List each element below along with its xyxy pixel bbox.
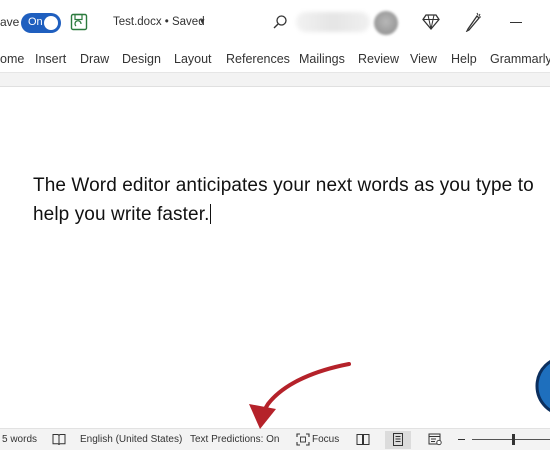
autosave-label: ave xyxy=(0,15,20,29)
zoom-out-button[interactable] xyxy=(458,439,465,441)
autosave-toggle[interactable]: On xyxy=(21,13,61,33)
tab-insert[interactable]: Insert xyxy=(35,52,66,66)
focus-label[interactable]: Focus xyxy=(312,434,339,445)
zoom-slider[interactable] xyxy=(472,439,550,441)
focus-icon[interactable] xyxy=(296,433,310,446)
web-layout-icon[interactable] xyxy=(428,433,442,446)
tab-home[interactable]: ome xyxy=(0,52,24,66)
autosave-toggle-state: On xyxy=(28,16,43,28)
document-text-line-2-text: help you write faster. xyxy=(33,204,210,225)
minimize-icon[interactable] xyxy=(510,22,522,23)
avatar[interactable] xyxy=(374,11,398,35)
tab-help[interactable]: Help xyxy=(451,52,477,66)
tab-mailings[interactable]: Mailings xyxy=(299,52,345,66)
read-mode-icon[interactable] xyxy=(356,433,370,446)
document-text-line-2[interactable]: help you write faster. xyxy=(33,204,212,226)
language-indicator[interactable]: English (United States) xyxy=(80,434,182,445)
pen-icon[interactable] xyxy=(464,12,482,32)
annotation-backdrop xyxy=(199,412,336,428)
tab-grammarly[interactable]: Grammarly xyxy=(490,52,550,66)
text-cursor xyxy=(210,204,212,224)
tab-draw[interactable]: Draw xyxy=(80,52,109,66)
account-name-blurred[interactable] xyxy=(296,12,370,32)
chevron-down-icon[interactable]: ▾ xyxy=(200,16,205,27)
tab-references[interactable]: References xyxy=(226,52,290,66)
tab-review[interactable]: Review xyxy=(358,52,399,66)
diamond-icon[interactable] xyxy=(422,13,440,31)
tab-design[interactable]: Design xyxy=(122,52,161,66)
tab-layout[interactable]: Layout xyxy=(174,52,212,66)
search-icon[interactable] xyxy=(272,14,288,30)
print-layout-icon[interactable] xyxy=(391,433,405,446)
title-bar: ave On Test.docx • Saved ▾ xyxy=(0,0,550,45)
status-bar: 5 words English (United States) Text Pre… xyxy=(0,428,550,450)
toggle-knob xyxy=(44,16,58,30)
canvas-margin xyxy=(0,73,550,87)
word-count[interactable]: 5 words xyxy=(2,434,37,445)
tab-view[interactable]: View xyxy=(410,52,437,66)
document-text-line-1[interactable]: The Word editor anticipates your next wo… xyxy=(33,175,534,197)
text-predictions-status[interactable]: Text Predictions: On xyxy=(190,434,279,445)
ribbon-tabs: ome Insert Draw Design Layout References… xyxy=(0,45,550,73)
save-icon[interactable] xyxy=(70,13,88,31)
book-icon[interactable] xyxy=(52,433,66,446)
document-page[interactable]: The Word editor anticipates your next wo… xyxy=(0,87,550,412)
document-title[interactable]: Test.docx • Saved xyxy=(113,16,205,28)
zoom-slider-thumb[interactable] xyxy=(512,434,515,445)
